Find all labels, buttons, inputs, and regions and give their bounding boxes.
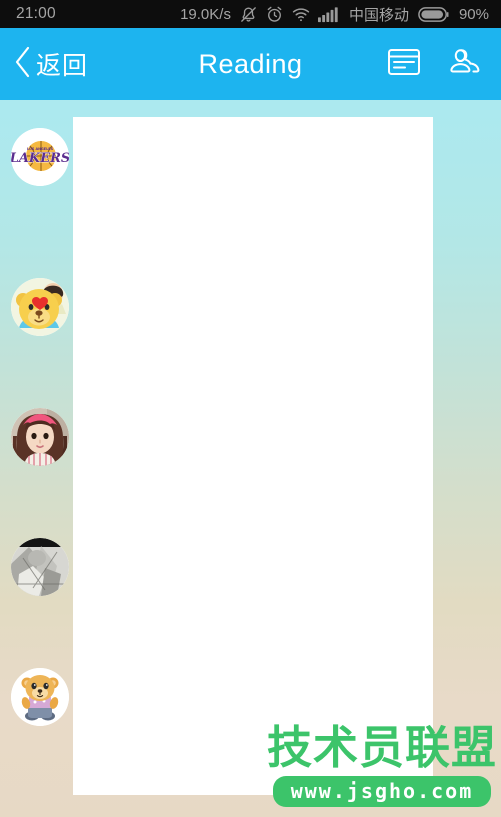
avatar-yellow-bear[interactable]: [11, 278, 69, 336]
app-header: 返回 Reading: [0, 28, 501, 100]
avatar-rail: LOS ANGELES LAKERS: [0, 117, 73, 817]
avatar-cartoon-bear[interactable]: [11, 668, 69, 726]
status-bar: 21:00 19.0K/s 中国移动 90%: [0, 0, 501, 28]
svg-text:LAKERS: LAKERS: [11, 151, 69, 166]
alarm-clock-icon: [265, 5, 284, 24]
status-clock: 21:00: [16, 5, 56, 22]
back-button-label: 返回: [36, 52, 89, 80]
wifi-icon: [291, 5, 311, 24]
status-right-group: 19.0K/s 中国移动 90%: [180, 4, 489, 25]
back-button[interactable]: 返回: [12, 45, 88, 84]
phone-screen: 21:00 19.0K/s 中国移动 90% 返回 Reading LOS AN…: [0, 0, 501, 817]
cellular-signal-icon: [317, 5, 339, 24]
carrier-label: 中国移动: [348, 6, 409, 24]
chevron-left-icon: [12, 45, 34, 84]
battery-percent-label: 90%: [458, 5, 489, 23]
avatar-girl-photo[interactable]: [11, 408, 69, 466]
page-title: Reading: [198, 48, 303, 79]
contacts-icon[interactable]: [447, 47, 483, 82]
avatar-lakers[interactable]: LOS ANGELES LAKERS: [11, 128, 69, 186]
bell-muted-icon: [239, 5, 258, 24]
list-view-icon[interactable]: [387, 47, 421, 82]
battery-icon: [418, 6, 450, 23]
network-speed-label: 19.0K/s: [180, 5, 231, 23]
avatar-grayscale-photo[interactable]: [11, 538, 69, 596]
reading-content-panel[interactable]: [73, 117, 433, 795]
header-actions: [387, 47, 483, 82]
